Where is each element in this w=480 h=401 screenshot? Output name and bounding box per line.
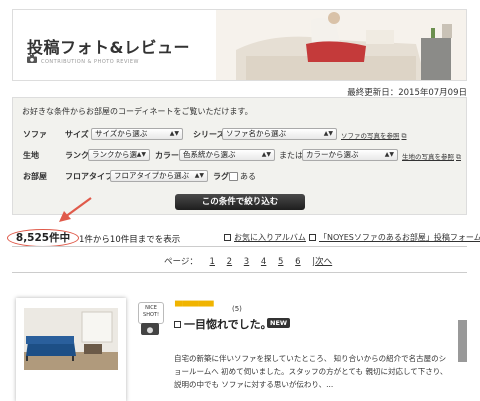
review-title-link[interactable]: 一目惚れでした。 — [174, 316, 272, 332]
or-label: または — [279, 151, 303, 160]
next-page-link[interactable]: |次へ — [312, 257, 332, 267]
size-label: サイズ — [65, 130, 89, 139]
link-bullet-icon — [174, 321, 181, 328]
chevron-down-icon: ▲▼ — [136, 151, 146, 158]
page-link-1[interactable]: 1 — [210, 257, 215, 267]
chevron-down-icon: ▲▼ — [261, 151, 271, 158]
review-thumbnail[interactable] — [16, 298, 126, 401]
divider — [12, 246, 467, 247]
chevron-down-icon: ▲▼ — [323, 130, 333, 137]
page-link-5[interactable]: 5 — [278, 257, 283, 267]
sofa-label: ソファ — [23, 130, 47, 139]
fabric-row: 生地 ランク ランクから選 ▲▼ カラー 色系統から選ぶ ▲▼ または カラーから選… — [13, 149, 466, 163]
camera-icon — [141, 323, 159, 335]
chevron-down-icon: ▲▼ — [169, 130, 179, 137]
page-link-3[interactable]: 3 — [244, 257, 249, 267]
chevron-down-icon: ▲▼ — [194, 172, 204, 179]
pager-label: ページ： — [164, 257, 198, 267]
page-link-6[interactable]: 6 — [295, 257, 300, 267]
side-tab[interactable] — [458, 320, 467, 362]
rug-label: ラグ — [213, 172, 229, 181]
search-intro: お好きな条件からお部屋のコーディネートをご覧いただけます。 — [22, 107, 253, 116]
floor-type-label: フロアタイプ — [65, 172, 113, 181]
rating-stars: ▀▀▀▀▀ — [175, 302, 214, 313]
sofa-photo-link[interactable]: ソファの写真を参照 ⧉ — [341, 130, 407, 141]
rank-select[interactable]: ランクから選 ▲▼ — [88, 149, 150, 161]
camera-icon — [27, 55, 37, 63]
header-banner: 投稿フォト&レビュー CONTRIBUTION & PHOTO REVIEW — [12, 9, 467, 81]
page-title: 投稿フォト&レビュー — [27, 38, 190, 57]
divider — [12, 272, 467, 273]
post-form-link[interactable]: 「NOYESソファのあるお部屋」投稿フォーム — [309, 232, 480, 243]
rug-option-label: ある — [240, 172, 256, 181]
nice-shot-badge: NICE SHOT! — [138, 302, 164, 324]
external-link-icon: ⧉ — [401, 132, 407, 140]
rank-label: ランク — [65, 151, 89, 160]
star-icon: ▀ — [205, 302, 214, 313]
color-label: カラー — [155, 151, 179, 160]
result-count: 8,525件中 — [7, 229, 79, 247]
new-badge: NEW — [267, 318, 291, 328]
room-label: お部屋 — [23, 172, 47, 181]
external-link-icon: ⧉ — [456, 153, 461, 161]
review-excerpt: 自宅の新築に伴いソファを探していたところ、 知り合いからの紹介で名古屋のショール… — [174, 354, 448, 389]
star-icon: ▀ — [198, 302, 206, 313]
favorite-album-link[interactable]: お気に入りアルバム — [224, 232, 306, 243]
fabric-label: 生地 — [23, 151, 39, 160]
floor-type-select[interactable]: フロアタイプから選ぶ ▲▼ — [110, 170, 208, 182]
filter-submit-button[interactable]: この条件で絞り込む — [175, 194, 305, 210]
color-family-select[interactable]: 色系統から選ぶ ▲▼ — [179, 149, 275, 161]
sofa-row: ソファ サイズ サイズから選ぶ ▲▼ シリーズ ソファ名から選ぶ ▲▼ ソファの写真… — [13, 128, 466, 142]
page-link-2[interactable]: 2 — [227, 257, 232, 267]
result-range: 1件から10件目までを表示 — [79, 235, 181, 245]
link-bullet-icon — [224, 234, 231, 241]
annotation-arrow-icon — [59, 197, 92, 222]
page-subtitle: CONTRIBUTION & PHOTO REVIEW — [41, 59, 139, 65]
color-select[interactable]: カラーから選ぶ ▲▼ — [302, 149, 398, 161]
series-select[interactable]: ソファ名から選ぶ ▲▼ — [222, 128, 337, 140]
star-icon: ▀ — [175, 302, 183, 313]
review-photo — [24, 308, 118, 370]
rating-count: (5) — [232, 305, 242, 313]
fabric-photo-link[interactable]: 生地の写真を参照 ⧉ — [402, 151, 461, 162]
header-photo — [216, 10, 466, 80]
rug-checkbox[interactable] — [229, 172, 238, 181]
star-icon: ▀ — [190, 302, 199, 313]
chevron-down-icon: ▲▼ — [384, 151, 394, 158]
page-link-4[interactable]: 4 — [261, 257, 266, 267]
link-bullet-icon — [309, 234, 316, 241]
size-select[interactable]: サイズから選ぶ ▲▼ — [91, 128, 183, 140]
series-label: シリーズ — [193, 130, 225, 139]
pagination: ページ： 1 2 3 4 5 6 |次へ — [164, 255, 341, 267]
room-row: お部屋 フロアタイプ フロアタイプから選ぶ ▲▼ ラグ ある — [13, 170, 466, 184]
